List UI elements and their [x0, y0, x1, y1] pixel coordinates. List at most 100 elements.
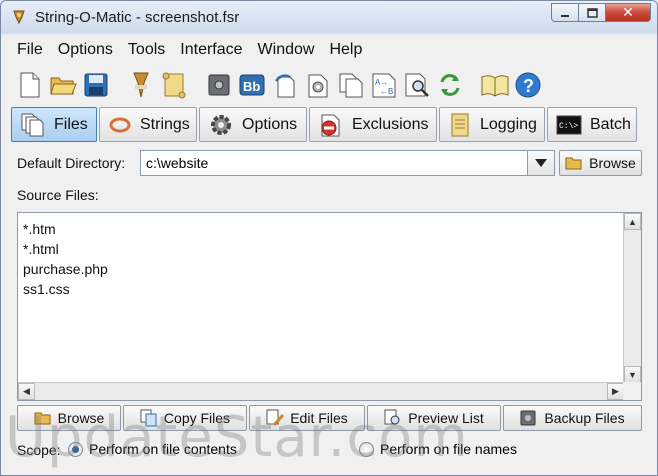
- exclusions-icon: [318, 112, 344, 138]
- tab-strings-label: Strings: [140, 115, 190, 133]
- search-doc-icon[interactable]: [402, 70, 432, 100]
- new-file-icon[interactable]: [15, 70, 45, 100]
- list-item[interactable]: purchase.php: [23, 259, 108, 279]
- menu-help[interactable]: Help: [329, 41, 362, 59]
- main-tabs: Files Strings Options Exclusions Logging: [1, 105, 657, 143]
- tab-files-label: Files: [54, 115, 88, 133]
- title-bar: String-O-Matic - screenshot.fsr ✕: [1, 1, 657, 33]
- radio-unselected-indicator: [359, 441, 374, 457]
- toolbar: Bb A→ ←B ?: [1, 65, 657, 105]
- scroll-icon[interactable]: [159, 70, 189, 100]
- menu-file[interactable]: File: [17, 41, 43, 59]
- copy-files-button[interactable]: Copy Files: [123, 405, 247, 431]
- copy-docs-icon[interactable]: [336, 70, 366, 100]
- maximize-button[interactable]: [578, 3, 605, 22]
- broom-icon[interactable]: [126, 70, 156, 100]
- horizontal-scrollbar[interactable]: ◀ ▶: [18, 382, 624, 400]
- menu-window[interactable]: Window: [258, 41, 315, 59]
- menu-options[interactable]: Options: [58, 41, 113, 59]
- close-icon: ✕: [622, 4, 634, 20]
- list-item[interactable]: *.htm: [23, 219, 108, 239]
- browse-files-label: Browse: [57, 410, 105, 426]
- scope-file-contents-radio[interactable]: Perform on file contents: [68, 441, 237, 457]
- svg-text:←B: ←B: [380, 87, 393, 96]
- backup-files-button[interactable]: Backup Files: [503, 405, 642, 431]
- svg-text:A→: A→: [375, 78, 388, 87]
- window-title: String-O-Matic - screenshot.fsr: [35, 9, 240, 26]
- tab-options-label: Options: [242, 115, 298, 133]
- source-files-list[interactable]: *.htm *.html purchase.php ss1.css ▲ ▼ ◀ …: [17, 212, 642, 401]
- default-directory-label: Default Directory:: [17, 155, 126, 171]
- scope-row: Scope: Perform on file contents Perform …: [17, 441, 642, 461]
- copy-files-icon: [140, 409, 158, 427]
- edit-files-button[interactable]: Edit Files: [249, 405, 365, 431]
- gear-icon: [208, 112, 234, 138]
- refresh-icon[interactable]: [435, 70, 465, 100]
- strings-icon: [108, 112, 132, 138]
- translate-icon[interactable]: A→ ←B: [369, 70, 399, 100]
- save-disk-icon[interactable]: [81, 70, 111, 100]
- scroll-up-button[interactable]: ▲: [624, 213, 641, 230]
- app-window: String-O-Matic - screenshot.fsr ✕ File O…: [0, 0, 658, 476]
- vertical-scrollbar[interactable]: ▲ ▼: [623, 213, 641, 383]
- directory-dropdown-button[interactable]: [527, 151, 554, 175]
- default-directory-combo[interactable]: c:\website: [140, 150, 555, 176]
- book-icon[interactable]: [480, 70, 510, 100]
- list-item[interactable]: ss1.css: [23, 279, 108, 299]
- source-files-label: Source Files:: [17, 187, 99, 203]
- browse-files-button[interactable]: Browse: [17, 405, 121, 431]
- bold-text-icon[interactable]: Bb: [237, 70, 267, 100]
- svg-text:Bb: Bb: [243, 79, 260, 94]
- browse-directory-button[interactable]: Browse: [559, 150, 642, 176]
- menu-interface[interactable]: Interface: [180, 41, 242, 59]
- menu-tools[interactable]: Tools: [128, 41, 165, 59]
- scroll-down-button[interactable]: ▼: [624, 366, 641, 383]
- tab-batch[interactable]: C:\> Batch: [547, 107, 637, 142]
- console-icon: C:\>: [556, 112, 582, 138]
- gear-doc-icon[interactable]: [303, 70, 333, 100]
- source-files-items: *.htm *.html purchase.php ss1.css: [23, 219, 108, 299]
- preview-list-button[interactable]: Preview List: [367, 405, 501, 431]
- help-icon[interactable]: ?: [513, 70, 543, 100]
- browse-directory-label: Browse: [589, 155, 636, 171]
- logging-scroll-icon: [448, 112, 472, 138]
- minimize-icon: [561, 14, 569, 17]
- scope-file-names-radio[interactable]: Perform on file names: [359, 441, 517, 457]
- list-item[interactable]: *.html: [23, 239, 108, 259]
- window-controls: ✕: [551, 3, 651, 25]
- safe-icon: [520, 409, 538, 427]
- app-logo-icon: [13, 10, 25, 25]
- preview-list-icon: [384, 409, 402, 427]
- edit-files-label: Edit Files: [290, 410, 348, 426]
- radio-selected-indicator: [68, 441, 83, 457]
- backup-files-label: Backup Files: [544, 410, 625, 426]
- menu-bar: File Options Tools Interface Window Help: [1, 35, 657, 65]
- undo-doc-icon[interactable]: [270, 70, 300, 100]
- file-action-buttons: Browse Copy Files Edit Files Preview Lis…: [17, 405, 642, 431]
- files-panel: Default Directory: c:\website Browse Sou…: [1, 143, 657, 475]
- tab-exclusions-label: Exclusions: [352, 115, 429, 133]
- tab-files[interactable]: Files: [11, 107, 97, 142]
- scroll-left-button[interactable]: ◀: [18, 383, 35, 400]
- preview-list-label: Preview List: [408, 410, 484, 426]
- scroll-corner: [623, 382, 641, 400]
- tab-options[interactable]: Options: [199, 107, 307, 142]
- maximize-icon: [586, 7, 598, 18]
- folder-icon: [34, 409, 52, 427]
- scope-label: Scope:: [17, 442, 61, 458]
- safe-icon[interactable]: [204, 70, 234, 100]
- tab-logging-label: Logging: [480, 115, 537, 133]
- copy-files-label: Copy Files: [163, 410, 231, 426]
- tab-strings[interactable]: Strings: [99, 107, 197, 142]
- tab-exclusions[interactable]: Exclusions: [309, 107, 437, 142]
- chevron-down-icon: [535, 159, 547, 167]
- tab-batch-label: Batch: [590, 115, 631, 133]
- folder-icon: [565, 154, 583, 172]
- minimize-button[interactable]: [551, 3, 578, 22]
- open-folder-icon[interactable]: [48, 70, 78, 100]
- close-button[interactable]: ✕: [605, 3, 651, 22]
- edit-files-icon: [266, 409, 285, 427]
- scope-file-names-label: Perform on file names: [380, 441, 517, 457]
- tab-logging[interactable]: Logging: [439, 107, 545, 142]
- scroll-right-button[interactable]: ▶: [607, 383, 624, 400]
